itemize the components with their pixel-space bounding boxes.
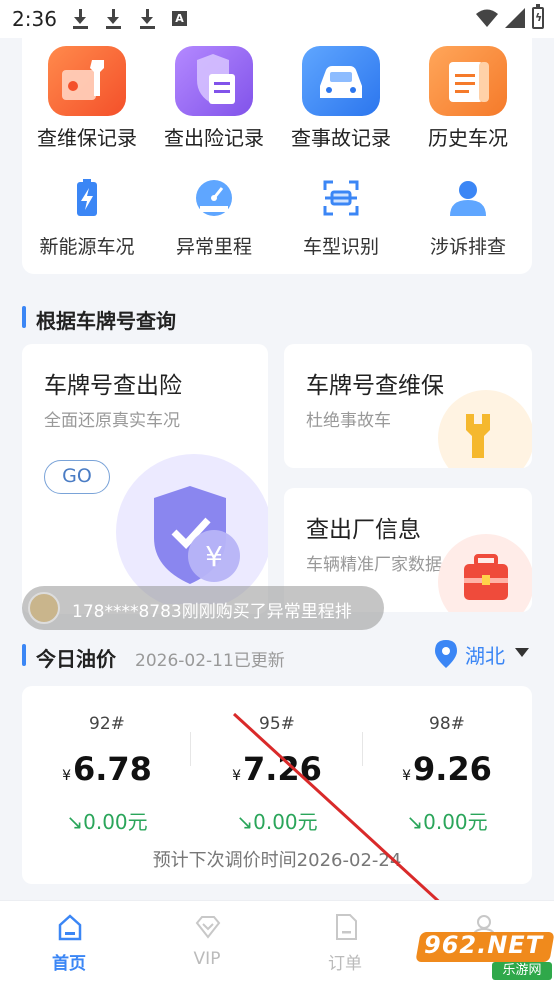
person-icon bbox=[446, 176, 490, 220]
nav-home[interactable]: 首页 bbox=[0, 901, 138, 984]
signal-icon bbox=[505, 8, 525, 28]
purchase-toast: 178****8783刚刚购买了异常里程排 bbox=[22, 586, 384, 630]
battery-status-icon: ϟ bbox=[532, 4, 544, 29]
download-icon bbox=[139, 9, 155, 29]
tool-accident-record[interactable]: 查事故记录 bbox=[281, 46, 401, 151]
next-adjust-text: 预计下次调价时间2026-02-24 bbox=[152, 850, 402, 871]
oil-section-title: 今日油价 bbox=[36, 647, 116, 671]
tool-label: 历史车况 bbox=[428, 126, 508, 150]
battery-icon bbox=[65, 176, 109, 220]
region-label: 湖北 bbox=[465, 644, 505, 668]
status-time: 2:36 bbox=[12, 7, 57, 31]
toolbox-icon bbox=[438, 534, 532, 612]
caret-down-icon bbox=[515, 648, 529, 657]
card-subtitle: 杜绝事故车 bbox=[306, 411, 391, 431]
oil-price-value: ¥9.26 bbox=[402, 750, 492, 788]
nav-label: VIP bbox=[193, 949, 221, 969]
nav-orders[interactable]: 订单 bbox=[276, 901, 414, 984]
oil-grade: 95# bbox=[259, 714, 295, 734]
download-icon bbox=[105, 9, 121, 29]
tool-maintenance-record[interactable]: 查维保记录 bbox=[27, 46, 147, 151]
card-title: 查出厂信息 bbox=[306, 517, 421, 543]
svg-text:¥: ¥ bbox=[205, 540, 223, 573]
shield-document-icon bbox=[175, 46, 253, 116]
tool-new-energy[interactable]: 新能源车况 bbox=[27, 176, 147, 259]
arrow-down-right-icon: ↘ bbox=[406, 810, 424, 834]
tool-label: 新能源车况 bbox=[39, 236, 135, 258]
status-bar: 2:36 A ϟ bbox=[0, 0, 554, 38]
go-button[interactable]: GO bbox=[44, 460, 110, 494]
tools-card: 查维保记录 查出险记录 查事故记录 历史车况 新能源车况 异常里程 车型识别 涉… bbox=[22, 38, 532, 274]
speedometer-icon bbox=[192, 176, 236, 220]
tool-history[interactable]: 历史车况 bbox=[408, 46, 528, 151]
tool-insurance-record[interactable]: 查出险记录 bbox=[154, 46, 274, 151]
location-pin-icon bbox=[435, 640, 457, 668]
card-title: 车牌号查出险 bbox=[44, 373, 182, 399]
scan-icon bbox=[319, 176, 363, 220]
wrench-icon bbox=[438, 390, 532, 468]
oil-grade: 92# bbox=[89, 714, 125, 734]
tool-model-recognition[interactable]: 车型识别 bbox=[281, 176, 401, 259]
tool-label: 查出险记录 bbox=[164, 126, 264, 150]
arrow-down-right-icon: ↘ bbox=[236, 810, 254, 834]
watermark-logo: 962.NET 乐游网 bbox=[414, 928, 554, 982]
plate-section-title: 根据车牌号查询 bbox=[36, 309, 176, 333]
tool-litigation-check[interactable]: 涉诉排查 bbox=[408, 176, 528, 259]
plate-insurance-card[interactable]: 车牌号查出险 全面还原真实车况 GO ¥ bbox=[22, 344, 268, 614]
nav-label: 首页 bbox=[52, 954, 86, 974]
card-title: 车牌号查维保 bbox=[306, 373, 444, 399]
tool-label: 查事故记录 bbox=[291, 126, 391, 150]
plate-maintenance-card[interactable]: 车牌号查维保 杜绝事故车 bbox=[284, 344, 532, 468]
card-subtitle: 全面还原真实车况 bbox=[44, 411, 180, 431]
notification-a-icon: A bbox=[172, 11, 187, 26]
scroll-icon bbox=[429, 46, 507, 116]
nav-vip[interactable]: VIP bbox=[138, 901, 276, 984]
oil-grade: 98# bbox=[429, 714, 465, 734]
car-icon bbox=[302, 46, 380, 116]
oil-price-change: ↘0.00元 bbox=[236, 810, 318, 834]
divider bbox=[190, 732, 191, 766]
section-accent-bar bbox=[22, 306, 26, 328]
home-icon bbox=[58, 914, 82, 941]
oil-updated-text: 2026-02-11已更新 bbox=[135, 651, 285, 671]
tool-abnormal-mileage[interactable]: 异常里程 bbox=[154, 176, 274, 259]
nav-label: 订单 bbox=[328, 954, 362, 974]
order-icon bbox=[336, 914, 357, 940]
oil-price-value: ¥7.26 bbox=[232, 750, 322, 788]
wifi-icon bbox=[476, 9, 498, 27]
oil-price-change: ↘0.00元 bbox=[66, 810, 148, 834]
oil-price-card: 92# ¥6.78 ↘0.00元 95# ¥7.26 ↘0.00元 98# ¥9… bbox=[22, 686, 532, 884]
avatar bbox=[28, 592, 60, 624]
arrow-down-right-icon: ↘ bbox=[66, 810, 84, 834]
tool-label: 涉诉排查 bbox=[429, 236, 506, 258]
download-icon bbox=[72, 9, 88, 29]
shield-yuan-icon: ¥ bbox=[116, 454, 268, 604]
tool-label: 车型识别 bbox=[302, 236, 379, 258]
tool-label: 查维保记录 bbox=[37, 126, 137, 150]
diamond-icon bbox=[195, 916, 221, 939]
wrench-document-icon bbox=[48, 46, 126, 116]
toast-text: 178****8783刚刚购买了异常里程排 bbox=[72, 602, 352, 622]
oil-price-change: ↘0.00元 bbox=[406, 810, 488, 834]
card-subtitle: 车辆精准厂家数据 bbox=[306, 555, 442, 575]
oil-price-value: ¥6.78 bbox=[62, 750, 152, 788]
section-accent-bar bbox=[22, 644, 26, 666]
tool-label: 异常里程 bbox=[175, 236, 252, 258]
